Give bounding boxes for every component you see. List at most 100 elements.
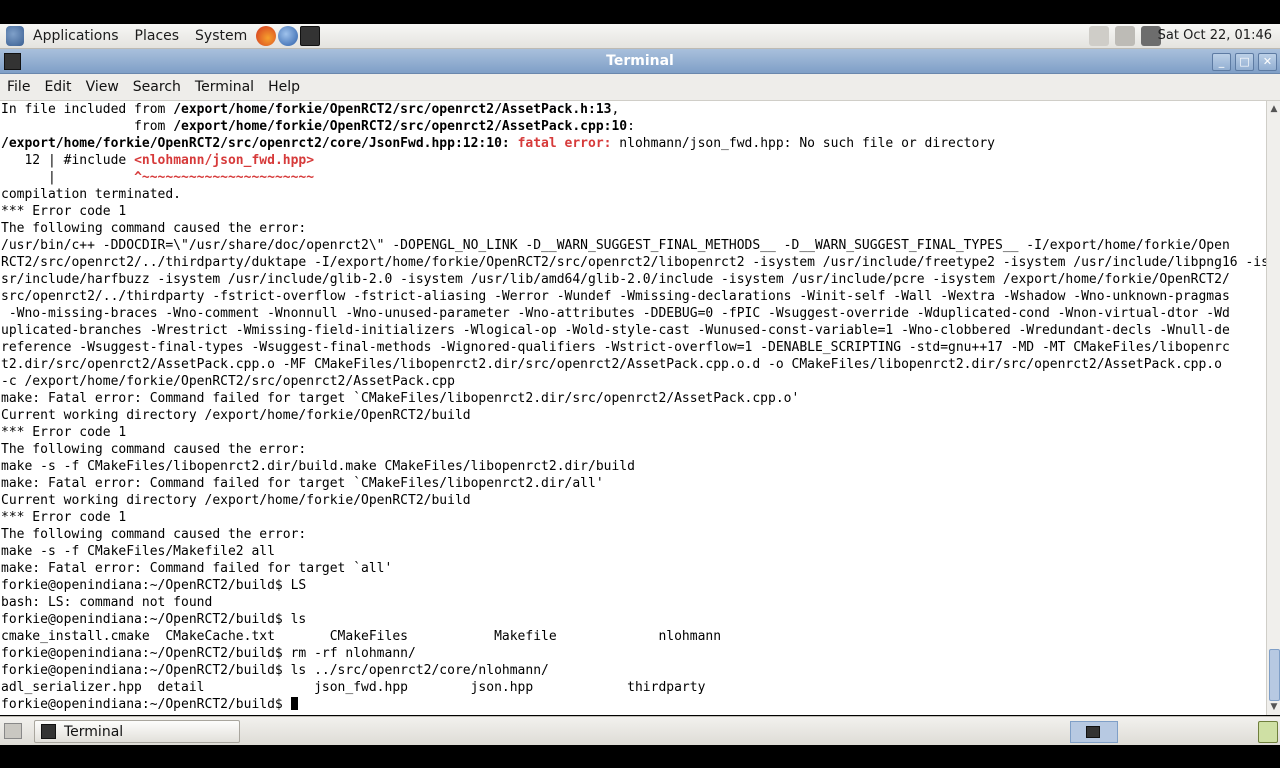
terminal-line: from /export/home/forkie/OpenRCT2/src/op…: [1, 119, 635, 134]
menu-view[interactable]: View: [79, 74, 126, 100]
terminal-line: sr/include/harfbuzz -isystem /usr/includ…: [1, 272, 1230, 287]
terminal-line: *** Error code 1: [1, 425, 126, 440]
terminal-line: The following command caused the error:: [1, 527, 306, 542]
terminal-output[interactable]: In file included from /export/home/forki…: [0, 101, 1266, 715]
terminal-segment: src/openrct2/../thirdparty -fstrict-over…: [1, 289, 1230, 304]
scroll-up-icon[interactable]: ▲: [1267, 103, 1280, 115]
taskbar-item-terminal[interactable]: Terminal: [34, 720, 240, 743]
terminal-segment: forkie@openindiana:~/OpenRCT2/build$ ls: [1, 612, 307, 627]
window-titlebar[interactable]: Terminal _ □ ✕: [0, 49, 1280, 74]
terminal-segment: *** Error code 1: [1, 204, 127, 219]
menu-edit[interactable]: Edit: [37, 74, 78, 100]
workspace-switcher[interactable]: [1070, 721, 1118, 743]
terminal-line: forkie@openindiana:~/OpenRCT2/build$ ls: [1, 612, 306, 627]
trash-icon[interactable]: [1258, 721, 1278, 743]
terminal-segment: -c /export/home/forkie/OpenRCT2/src/open…: [1, 374, 455, 389]
terminal-segment: make -s -f CMakeFiles/libopenrct2.dir/bu…: [1, 459, 635, 474]
terminal-line: RCT2/src/openrct2/../thirdparty/duktape …: [1, 255, 1266, 270]
terminal-segment: ^~~~~~~~~~~~~~~~~~~~~~~: [134, 170, 315, 185]
terminal-line: src/openrct2/../thirdparty -fstrict-over…: [1, 289, 1230, 304]
terminal-menubar: File Edit View Search Terminal Help: [0, 74, 1280, 101]
taskbar-item-label: Terminal: [64, 723, 124, 740]
terminal-line: 12 | #include <nlohmann/json_fwd.hpp>: [1, 153, 314, 168]
terminal-line: bash: LS: command not found: [1, 595, 212, 610]
places-menu[interactable]: Places: [127, 24, 188, 48]
terminal-line: make -s -f CMakeFiles/Makefile2 all: [1, 544, 275, 559]
terminal-segment: *** Error code 1: [1, 425, 127, 440]
terminal-line: | ^~~~~~~~~~~~~~~~~~~~~~~: [1, 170, 314, 185]
menu-terminal[interactable]: Terminal: [188, 74, 261, 100]
terminal-segment: make: Fatal error: Command failed for ta…: [1, 391, 800, 406]
terminal-segment: /export/home/forkie/OpenRCT2/src/openrct…: [1, 136, 510, 151]
terminal-line: cmake_install.cmake CMakeCache.txt CMake…: [1, 629, 721, 644]
terminal-segment: The following command caused the error:: [1, 527, 307, 542]
menu-help[interactable]: Help: [261, 74, 307, 100]
terminal-line: make -s -f CMakeFiles/libopenrct2.dir/bu…: [1, 459, 635, 474]
show-desktop-icon[interactable]: [4, 723, 22, 739]
terminal-segment: uplicated-branches -Wrestrict -Wmissing-…: [1, 323, 1230, 338]
terminal-line: t2.dir/src/openrct2/AssetPack.cpp.o -MF …: [1, 357, 1222, 372]
terminal-segment: fatal error:: [517, 136, 612, 151]
terminal-cursor: [290, 697, 298, 710]
terminal-line: forkie@openindiana:~/OpenRCT2/build$: [1, 697, 298, 712]
terminal-segment: Current working directory /export/home/f…: [1, 408, 471, 423]
menu-search[interactable]: Search: [126, 74, 188, 100]
terminal-line: forkie@openindiana:~/OpenRCT2/build$ rm …: [1, 646, 416, 661]
terminal-line: uplicated-branches -Wrestrict -Wmissing-…: [1, 323, 1230, 338]
terminal-segment: ,: [611, 102, 620, 117]
system-tray: [1088, 26, 1162, 46]
terminal-segment: The following command caused the error:: [1, 221, 307, 236]
terminal-line: compilation terminated.: [1, 187, 181, 202]
system-menu[interactable]: System: [187, 24, 255, 48]
terminal-line: make: Fatal error: Command failed for ta…: [1, 391, 799, 406]
terminal-segment: reference -Wsuggest-final-types -Wsugges…: [1, 340, 1230, 355]
terminal-segment: Current working directory /export/home/f…: [1, 493, 471, 508]
terminal-line: -Wno-missing-braces -Wno-comment -Wnonnu…: [1, 306, 1230, 321]
close-button[interactable]: ✕: [1258, 53, 1277, 71]
terminal-line: adl_serializer.hpp detail json_fwd.hpp j…: [1, 680, 705, 695]
terminal-scrollbar[interactable]: ▲ ▼: [1266, 101, 1280, 715]
terminal-segment: <nlohmann/json_fwd.hpp>: [134, 153, 315, 168]
terminal-segment: nlohmann/json_fwd.hpp: No such file or d…: [611, 136, 995, 151]
menu-file[interactable]: File: [0, 74, 37, 100]
network-icon[interactable]: [1115, 26, 1135, 46]
terminal-segment: 12 | #include: [1, 153, 135, 168]
terminal-segment: /export/home/forkie/OpenRCT2/src/openrct…: [173, 102, 612, 117]
terminal-line: /usr/bin/c++ -DDOCDIR=\"/usr/share/doc/o…: [1, 238, 1230, 253]
scroll-down-icon[interactable]: ▼: [1267, 701, 1280, 713]
terminal-segment: The following command caused the error:: [1, 442, 307, 457]
terminal-line: forkie@openindiana:~/OpenRCT2/build$ ls …: [1, 663, 549, 678]
firefox-icon[interactable]: [256, 26, 277, 46]
terminal-line: -c /export/home/forkie/OpenRCT2/src/open…: [1, 374, 455, 389]
terminal-segment: bash: LS: command not found: [1, 595, 213, 610]
terminal-line: In file included from /export/home/forki…: [1, 102, 619, 117]
thunderbird-icon[interactable]: [278, 26, 299, 46]
terminal-launcher-icon[interactable]: [300, 26, 321, 46]
terminal-line: make: Fatal error: Command failed for ta…: [1, 561, 392, 576]
terminal-segment: forkie@openindiana:~/OpenRCT2/build$: [1, 697, 291, 712]
workspace-window-icon: [1086, 726, 1100, 738]
terminal-segment: sr/include/harfbuzz -isystem /usr/includ…: [1, 272, 1230, 287]
terminal-line: *** Error code 1: [1, 510, 126, 525]
window-title: Terminal: [606, 53, 674, 69]
top-panel: Applications Places System Sat Oct 22, 0…: [0, 24, 1280, 49]
scrollbar-thumb[interactable]: [1269, 649, 1280, 701]
terminal-segment: forkie@openindiana:~/OpenRCT2/build$ rm …: [1, 646, 416, 661]
terminal-line: forkie@openindiana:~/OpenRCT2/build$ LS: [1, 578, 306, 593]
applications-menu[interactable]: Applications: [25, 24, 127, 48]
terminal-line: Current working directory /export/home/f…: [1, 493, 471, 508]
terminal-segment: /export/home/forkie/OpenRCT2/src/openrct…: [173, 119, 628, 134]
terminal-segment: compilation terminated.: [1, 187, 182, 202]
distro-logo-icon[interactable]: [6, 26, 24, 46]
maximize-button[interactable]: □: [1235, 53, 1254, 71]
terminal-line: Current working directory /export/home/f…: [1, 408, 471, 423]
terminal-segment: forkie@openindiana:~/OpenRCT2/build$ ls …: [1, 663, 549, 678]
minimize-button[interactable]: _: [1212, 53, 1231, 71]
terminal-segment: [510, 136, 518, 151]
terminal-segment: RCT2/src/openrct2/../thirdparty/duktape …: [1, 255, 1266, 270]
terminal-segment: |: [1, 170, 135, 185]
terminal-segment: forkie@openindiana:~/OpenRCT2/build$ LS: [1, 578, 307, 593]
terminal-line: reference -Wsuggest-final-types -Wsugges…: [1, 340, 1230, 355]
panel-clock[interactable]: Sat Oct 22, 01:46: [1158, 24, 1272, 48]
volume-icon[interactable]: [1089, 26, 1109, 46]
